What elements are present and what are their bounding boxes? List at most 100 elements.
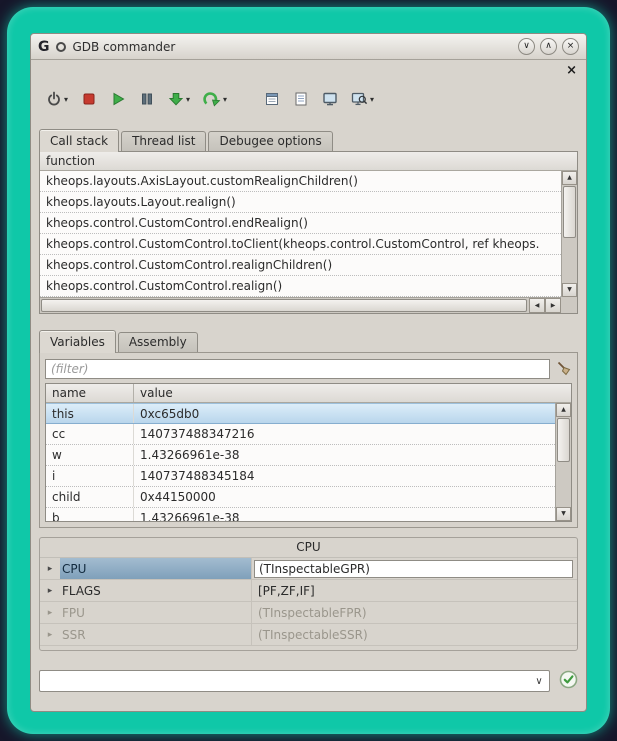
document-button[interactable] <box>290 89 312 109</box>
scroll-left-icon[interactable]: ◀ <box>529 298 545 313</box>
name-column-header[interactable]: name <box>46 384 134 402</box>
tab-debugee-options[interactable]: Debugee options <box>208 131 332 151</box>
variable-value: 0xc65db0 <box>134 407 199 421</box>
register-group-value: [PF,ZF,IF] <box>252 580 577 601</box>
step-over-icon <box>203 91 221 107</box>
register-group-value: (TInspectableSSR) <box>252 624 577 645</box>
run-button[interactable] <box>107 89 129 109</box>
function-column-header[interactable]: function <box>40 154 95 168</box>
chevron-down-icon: ∨ <box>535 676 542 687</box>
call-stack-row[interactable]: kheops.control.CustomControl.realignChil… <box>40 255 561 276</box>
shade-button[interactable]: ∨ <box>518 38 535 55</box>
scroll-down-icon[interactable]: ▼ <box>556 507 571 521</box>
variable-row[interactable]: this 0xc65db0 <box>46 403 555 424</box>
power-button[interactable]: ▾ <box>43 89 71 109</box>
scrollbar-thumb[interactable] <box>41 299 527 312</box>
call-stack-header[interactable]: function <box>40 152 577 171</box>
frame-function: kheops.control.CustomControl.realignChil… <box>46 258 332 272</box>
call-stack-panel: function kheops.layouts.AxisLayout.custo… <box>39 151 578 314</box>
variable-name: w <box>46 445 134 465</box>
call-stack-vertical-scrollbar[interactable]: ▲ ▼ <box>561 171 577 297</box>
scrollbar-thumb[interactable] <box>557 418 570 462</box>
maximize-button[interactable]: ∧ <box>540 38 557 55</box>
memory-view-button[interactable] <box>319 89 341 109</box>
register-group-value: (TInspectableFPR) <box>252 602 577 623</box>
call-stack-row[interactable]: kheops.layouts.Layout.realign() <box>40 192 561 213</box>
expander-icon[interactable]: ▸ <box>40 558 60 579</box>
pause-button[interactable] <box>136 89 158 109</box>
inspector-dropdown-icon[interactable]: ▾ <box>370 95 374 104</box>
register-value-editor[interactable]: (TInspectableGPR) <box>254 560 573 578</box>
register-group-name[interactable]: SSR <box>60 624 252 645</box>
cpu-row[interactable]: ▸ SSR (TInspectableSSR) <box>40 624 577 646</box>
play-icon <box>110 91 126 107</box>
gdb-commander-window: G GDB commander ∨ ∧ × × ▾ <box>30 33 587 712</box>
scrollbar-corner <box>561 297 577 313</box>
variables-vertical-scrollbar[interactable]: ▲ ▼ <box>555 403 571 521</box>
variable-row[interactable]: b 1.43266961e-38 <box>46 508 555 521</box>
dock-close-button[interactable]: × <box>566 62 577 79</box>
app-icon: G <box>38 39 50 55</box>
scroll-up-icon[interactable]: ▲ <box>562 171 577 185</box>
tab-thread-list[interactable]: Thread list <box>121 131 206 151</box>
variable-row[interactable]: w 1.43266961e-38 <box>46 445 555 466</box>
variable-value: 140737488345184 <box>134 469 255 483</box>
expander-icon[interactable]: ▸ <box>40 580 60 601</box>
tab-call-stack[interactable]: Call stack <box>39 129 119 152</box>
register-group-name[interactable]: CPU <box>60 558 252 579</box>
variable-name: b <box>46 508 134 521</box>
call-stack-row[interactable]: kheops.control.CustomControl.realign() <box>40 276 561 297</box>
stop-button[interactable] <box>78 89 100 109</box>
debug-toolbar: ▾ ▾ ▾ <box>31 80 586 118</box>
variable-row[interactable]: cc 140737488347216 <box>46 424 555 445</box>
form-list-icon <box>264 91 280 107</box>
frame-function: kheops.layouts.AxisLayout.customRealignC… <box>46 174 358 188</box>
variable-row[interactable]: child 0x44150000 <box>46 487 555 508</box>
monitor-search-icon <box>351 91 368 107</box>
variable-name: child <box>46 487 134 507</box>
clear-filter-button[interactable] <box>550 360 572 379</box>
call-stack-row[interactable]: kheops.control.CustomControl.toClient(kh… <box>40 234 561 255</box>
cpu-row[interactable]: ▸ CPU (TInspectableGPR) <box>40 558 577 580</box>
call-stack-row[interactable]: kheops.layouts.AxisLayout.customRealignC… <box>40 171 561 192</box>
frame-function: kheops.layouts.Layout.realign() <box>46 195 236 209</box>
continue-dropdown-icon[interactable]: ▾ <box>223 95 227 104</box>
scroll-right-icon[interactable]: ▶ <box>545 298 561 313</box>
expander-icon[interactable]: ▸ <box>40 602 60 623</box>
step-dropdown-icon[interactable]: ▾ <box>186 95 190 104</box>
close-button[interactable]: × <box>562 38 579 55</box>
continue-button[interactable]: ▾ <box>200 89 230 109</box>
command-combobox[interactable]: ∨ <box>39 670 550 692</box>
power-dropdown-icon[interactable]: ▾ <box>64 95 68 104</box>
monitor-icon <box>322 91 338 107</box>
confirm-button[interactable] <box>550 670 578 692</box>
step-button[interactable]: ▾ <box>165 89 193 109</box>
filter-input[interactable] <box>45 359 550 379</box>
cpu-row[interactable]: ▸ FLAGS [PF,ZF,IF] <box>40 580 577 602</box>
variable-value: 140737488347216 <box>134 427 255 441</box>
scrollbar-thumb[interactable] <box>563 186 576 238</box>
middle-tab-bar: Variables Assembly <box>39 330 200 353</box>
chevron-down-icon: ∨ <box>523 42 530 51</box>
combo-dropdown-button[interactable]: ∨ <box>529 671 549 691</box>
frame-function: kheops.control.CustomControl.toClient(kh… <box>46 237 539 251</box>
variable-value: 0x44150000 <box>134 490 216 504</box>
tab-assembly[interactable]: Assembly <box>118 332 198 352</box>
tab-variables[interactable]: Variables <box>39 330 116 353</box>
watch-list-button[interactable] <box>261 89 283 109</box>
command-input[interactable] <box>40 671 529 691</box>
titlebar[interactable]: G GDB commander ∨ ∧ × <box>31 34 586 60</box>
scroll-down-icon[interactable]: ▼ <box>562 283 577 297</box>
register-group-name[interactable]: FLAGS <box>60 580 252 601</box>
call-stack-row[interactable]: kheops.control.CustomControl.endRealign(… <box>40 213 561 234</box>
inspector-button[interactable]: ▾ <box>348 89 377 109</box>
stop-icon <box>81 91 97 107</box>
variable-row[interactable]: i 140737488345184 <box>46 466 555 487</box>
value-column-header[interactable]: value <box>134 384 571 402</box>
expander-icon[interactable]: ▸ <box>40 624 60 645</box>
scroll-up-icon[interactable]: ▲ <box>556 403 571 417</box>
cpu-row[interactable]: ▸ FPU (TInspectableFPR) <box>40 602 577 624</box>
call-stack-horizontal-scrollbar[interactable]: ◀ ▶ <box>40 297 561 313</box>
register-group-name[interactable]: FPU <box>60 602 252 623</box>
variables-panel: name value this 0xc65db0 cc 140737488347… <box>39 352 578 528</box>
